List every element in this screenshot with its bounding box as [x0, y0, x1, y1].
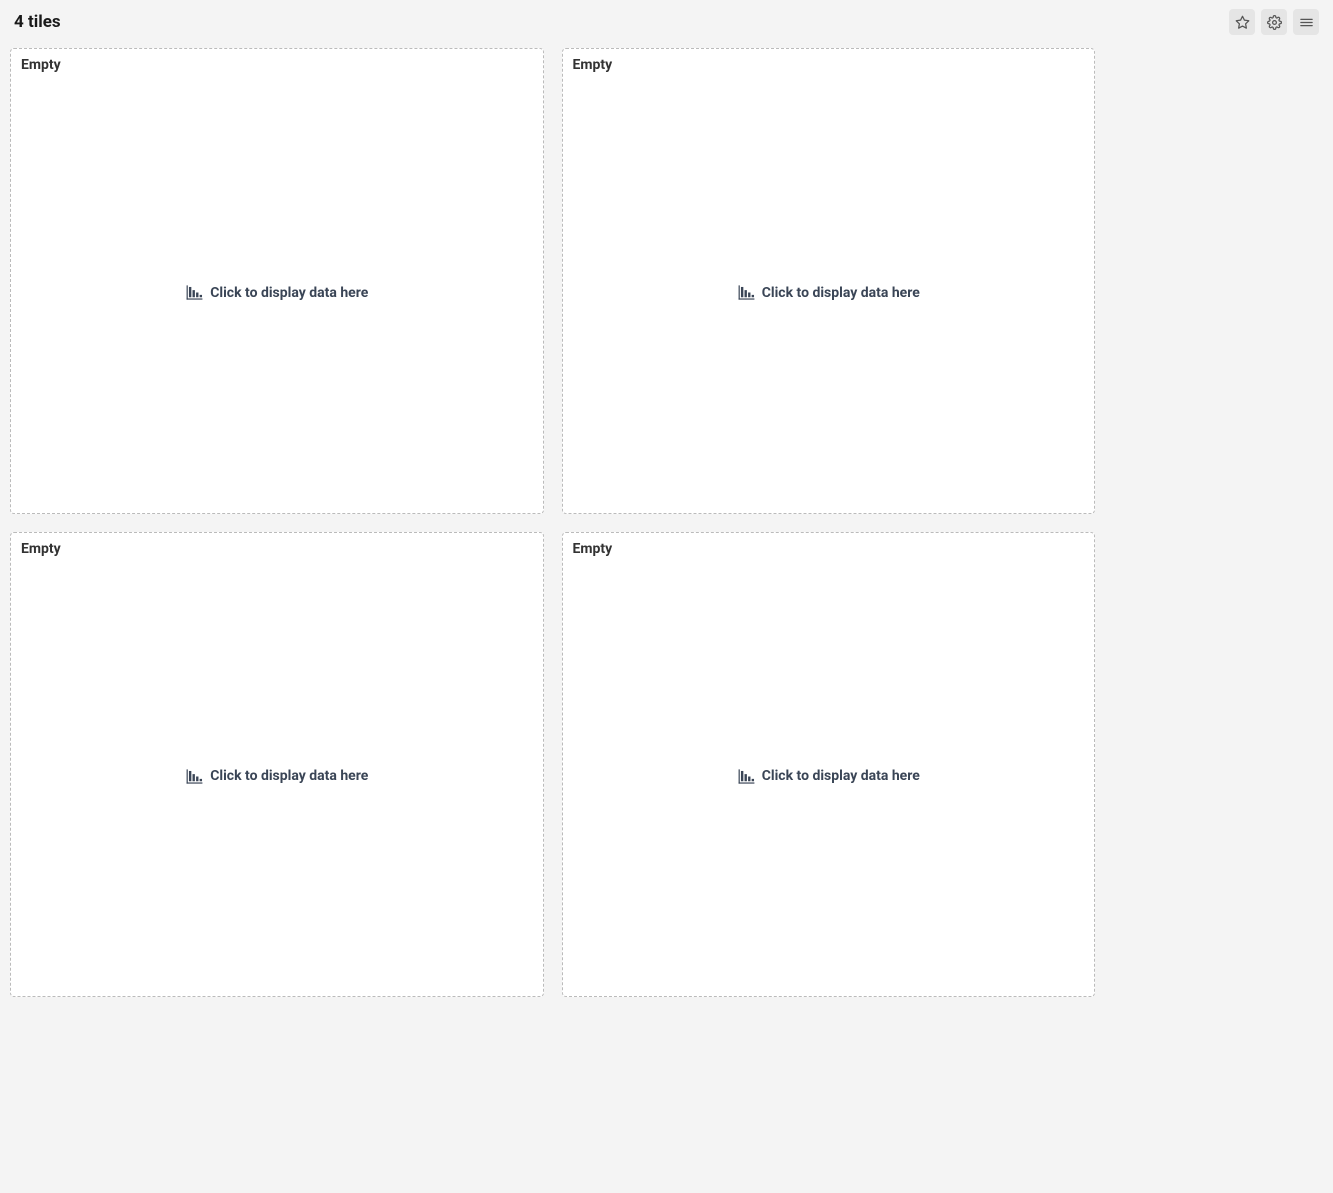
page-header: 4 tiles	[0, 0, 1333, 42]
tile-label: Empty	[11, 49, 543, 73]
tile-3[interactable]: Empty Click to display data here	[10, 532, 544, 998]
bar-chart-icon	[737, 283, 756, 302]
page-title: 4 tiles	[14, 12, 61, 32]
settings-button[interactable]	[1261, 9, 1287, 35]
tile-4[interactable]: Empty Click to display data here	[562, 532, 1096, 998]
hamburger-menu-icon	[1299, 15, 1314, 30]
tile-label: Empty	[563, 533, 1095, 557]
tile-body: Click to display data here	[11, 73, 543, 513]
bar-chart-icon	[185, 767, 204, 786]
tile-body: Click to display data here	[563, 557, 1095, 997]
tile-placeholder-text: Click to display data here	[210, 768, 368, 784]
bar-chart-icon	[737, 767, 756, 786]
tile-body: Click to display data here	[11, 557, 543, 997]
menu-button[interactable]	[1293, 9, 1319, 35]
tile-placeholder: Click to display data here	[737, 283, 920, 302]
favorite-button[interactable]	[1229, 9, 1255, 35]
tile-label: Empty	[11, 533, 543, 557]
tile-grid: Empty Click to display data here Empty	[0, 42, 1105, 1007]
tile-2[interactable]: Empty Click to display data here	[562, 48, 1096, 514]
tile-label: Empty	[563, 49, 1095, 73]
tile-placeholder-text: Click to display data here	[762, 768, 920, 784]
tile-body: Click to display data here	[563, 73, 1095, 513]
tile-placeholder-text: Click to display data here	[762, 285, 920, 301]
tile-placeholder-text: Click to display data here	[210, 285, 368, 301]
gear-icon	[1267, 15, 1282, 30]
tile-placeholder: Click to display data here	[737, 767, 920, 786]
header-actions	[1229, 9, 1319, 35]
tile-placeholder: Click to display data here	[185, 283, 368, 302]
bar-chart-icon	[185, 283, 204, 302]
tile-placeholder: Click to display data here	[185, 767, 368, 786]
tile-1[interactable]: Empty Click to display data here	[10, 48, 544, 514]
star-icon	[1235, 15, 1250, 30]
